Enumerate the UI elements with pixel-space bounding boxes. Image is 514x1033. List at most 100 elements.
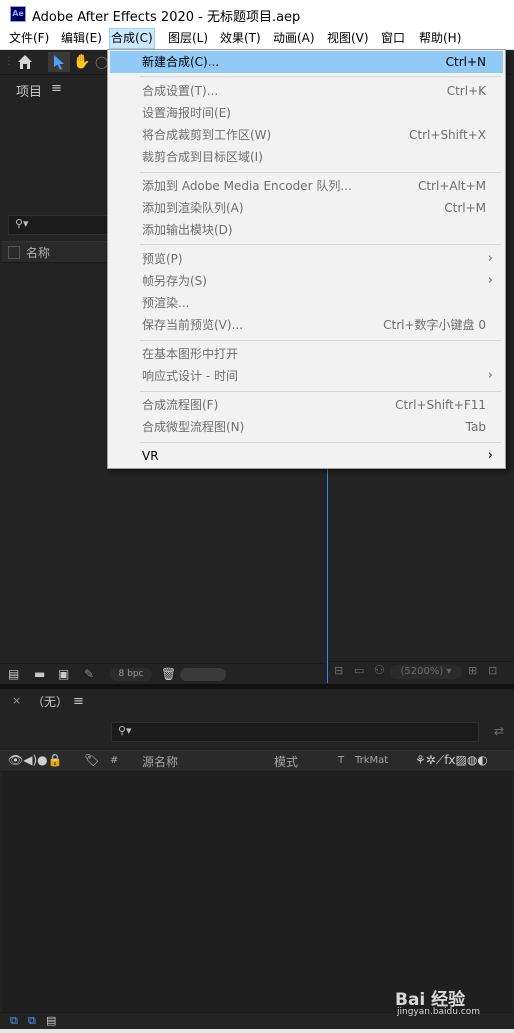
timeline-layers-area[interactable]: [2, 772, 512, 1016]
submenu-chevron-icon: ›: [487, 448, 493, 463]
submenu-chevron-icon: ›: [487, 251, 493, 266]
menu-item-label: 保存当前预览(V)...: [142, 318, 244, 332]
menu-item-label: 新建合成(C)...: [142, 55, 220, 69]
in-out-toggle-icon[interactable]: ▤: [46, 1014, 56, 1027]
column-source-name[interactable]: 源名称: [142, 753, 178, 770]
menu-item-label: 帧另存为(S): [142, 274, 207, 288]
project-footer-bar: ▤ ▬ ▣ ✎ 8 bpc 🗑: [0, 663, 326, 684]
menu-item-label: 添加到 Adobe Media Encoder 队列...: [142, 179, 352, 193]
thumbnail-size-slider[interactable]: [180, 668, 226, 681]
search-icon: ⚲▾: [15, 217, 29, 230]
search-icon: ⚲▾: [118, 724, 132, 737]
zoom-value: (5200%): [400, 666, 444, 677]
close-icon[interactable]: ×: [12, 694, 21, 707]
menu-item-add-to-media-encoder[interactable]: 添加到 Adobe Media Encoder 队列... Ctrl+Alt+M: [110, 175, 503, 197]
column-t: T: [338, 755, 345, 766]
menu-item-add-output-module[interactable]: 添加输出模块(D): [110, 219, 503, 241]
label-column-checkbox[interactable]: [8, 246, 20, 259]
submenu-chevron-icon: ›: [487, 368, 493, 383]
menu-item-crop-comp-to-region[interactable]: 裁剪合成到目标区域(I): [110, 146, 503, 168]
menu-item-add-to-render-queue[interactable]: 添加到渲染队列(A) Ctrl+M: [110, 197, 503, 219]
menu-item-shortcut: Tab: [465, 420, 486, 434]
menu-item-label: 将合成裁剪到工作区(W): [142, 128, 272, 142]
trash-icon[interactable]: 🗑: [161, 667, 176, 681]
grid-icon[interactable]: ⊡: [488, 664, 497, 677]
menu-composition[interactable]: 合成(C): [109, 28, 155, 49]
panel-menu-icon[interactable]: ≡: [73, 694, 84, 709]
menu-item-shortcut: Ctrl+数字小键盘 0: [383, 318, 486, 332]
interpret-footage-icon[interactable]: ▤: [8, 667, 19, 681]
menu-item-shortcut: Ctrl+K: [446, 84, 486, 98]
transfer-controls-toggle-icon[interactable]: ⧉: [28, 1014, 36, 1028]
menu-item-comp-mini-flowchart[interactable]: 合成微型流程图(N) Tab: [110, 416, 503, 438]
menu-item-vr[interactable]: VR ›: [110, 445, 503, 467]
menu-item-label: 添加到渲染队列(A): [142, 201, 244, 215]
column-number: #: [110, 755, 119, 766]
project-panel-title[interactable]: 项目: [16, 81, 42, 100]
always-preview-icon[interactable]: ⊟: [334, 664, 343, 677]
menu-item-pre-render[interactable]: 预渲染...: [110, 292, 503, 314]
menu-item-composition-settings[interactable]: 合成设置(T)... Ctrl+K: [110, 80, 503, 102]
menu-item-new-composition[interactable]: 新建合成(C)... Ctrl+N: [110, 51, 503, 73]
menu-item-label: VR: [142, 449, 159, 463]
menu-item-label: 预览(P): [142, 252, 183, 266]
bit-depth-button[interactable]: 8 bpc: [110, 668, 152, 681]
new-folder-icon[interactable]: ▬: [34, 667, 45, 681]
hand-tool-icon[interactable]: ✋: [72, 52, 92, 72]
timeline-column-header: 👁◀)●🔒 🏷 # 源名称 模式 T TrkMat ⚘✲⟋fx▨◍◐: [0, 750, 514, 772]
timeline-tab[interactable]: （无）: [32, 693, 68, 710]
menu-item-label: 在基本图形中打开: [142, 347, 239, 361]
panel-menu-icon[interactable]: ≡: [51, 81, 62, 96]
toolbar-grip-icon: ⋮: [4, 56, 14, 67]
menu-item-label: 裁剪合成到目标区域(I): [142, 150, 263, 164]
av-features-icons[interactable]: 👁◀)●🔒: [8, 753, 63, 767]
menu-separator: [140, 391, 501, 392]
menu-item-responsive-design-time[interactable]: 响应式设计 - 时间 ›: [110, 365, 503, 387]
selection-tool-icon[interactable]: [48, 52, 70, 72]
menu-item-open-in-essential-graphics[interactable]: 在基本图形中打开: [110, 343, 503, 365]
zoom-tool-icon[interactable]: ◯: [95, 52, 108, 72]
layer-switches-icons[interactable]: ⚘✲⟋fx▨◍◐: [415, 753, 488, 768]
viewer-footer-bar: ⊟ ▭ ⚇ (5200%) ▾ ⊞ ⊡: [328, 661, 514, 682]
menu-file[interactable]: 文件(F): [8, 29, 50, 48]
menu-item-label: 合成流程图(F): [142, 398, 219, 412]
menu-view[interactable]: 视图(V): [326, 29, 370, 48]
window-bottom-edge: [0, 1029, 514, 1033]
menu-item-set-poster-time[interactable]: 设置海报时间(E): [110, 102, 503, 124]
composition-menu-dropdown: 新建合成(C)... Ctrl+N 合成设置(T)... Ctrl+K 设置海报…: [107, 49, 506, 469]
label-tag-icon[interactable]: 🏷: [84, 753, 99, 767]
layer-switch-icon[interactable]: ⇄: [494, 724, 504, 738]
after-effects-app-icon: Ae: [10, 6, 26, 22]
menu-item-comp-flowchart[interactable]: 合成流程图(F) Ctrl+Shift+F11: [110, 394, 503, 416]
timeline-search-input[interactable]: ⚲▾: [111, 722, 479, 742]
menu-item-label: 设置海报时间(E): [142, 106, 231, 120]
magnification-dropdown[interactable]: (5200%) ▾: [390, 665, 462, 679]
column-mode[interactable]: 模式: [274, 753, 298, 770]
menu-item-trim-comp-to-work-area[interactable]: 将合成裁剪到工作区(W) Ctrl+Shift+X: [110, 124, 503, 146]
column-name[interactable]: 名称: [26, 244, 50, 261]
menu-item-save-current-preview[interactable]: 保存当前预览(V)... Ctrl+数字小键盘 0: [110, 314, 503, 336]
menu-help[interactable]: 帮助(H): [418, 29, 462, 48]
menu-separator: [140, 172, 501, 173]
new-composition-icon[interactable]: ▣: [58, 667, 69, 681]
menu-item-label: 预渲染...: [142, 296, 190, 310]
menu-edit[interactable]: 编辑(E): [60, 29, 103, 48]
mask-view-icon[interactable]: ⚇: [374, 663, 385, 677]
menu-effect[interactable]: 效果(T): [219, 29, 262, 48]
menu-layer[interactable]: 图层(L): [167, 29, 209, 48]
menu-animation[interactable]: 动画(A): [272, 29, 316, 48]
menu-window[interactable]: 窗口: [380, 29, 406, 48]
menu-item-shortcut: Ctrl+Shift+X: [409, 128, 486, 142]
menu-item-label: 合成设置(T)...: [142, 84, 219, 98]
baidu-watermark: Bai 经验 jingyan.baidu.com: [395, 985, 510, 1021]
menu-item-shortcut: Ctrl+M: [444, 201, 486, 215]
menu-item-preview[interactable]: 预览(P) ›: [110, 248, 503, 270]
menu-item-shortcut: Ctrl+N: [445, 55, 486, 69]
menu-item-save-frame-as[interactable]: 帧另存为(S) ›: [110, 270, 503, 292]
home-icon[interactable]: [14, 52, 36, 72]
layer-switches-toggle-icon[interactable]: ⧉: [10, 1014, 18, 1028]
safe-zones-icon[interactable]: ⊞: [468, 664, 477, 677]
column-trkmat[interactable]: TrkMat: [355, 755, 388, 766]
pen-icon[interactable]: ✎: [84, 667, 94, 681]
monitor-icon[interactable]: ▭: [354, 664, 364, 677]
